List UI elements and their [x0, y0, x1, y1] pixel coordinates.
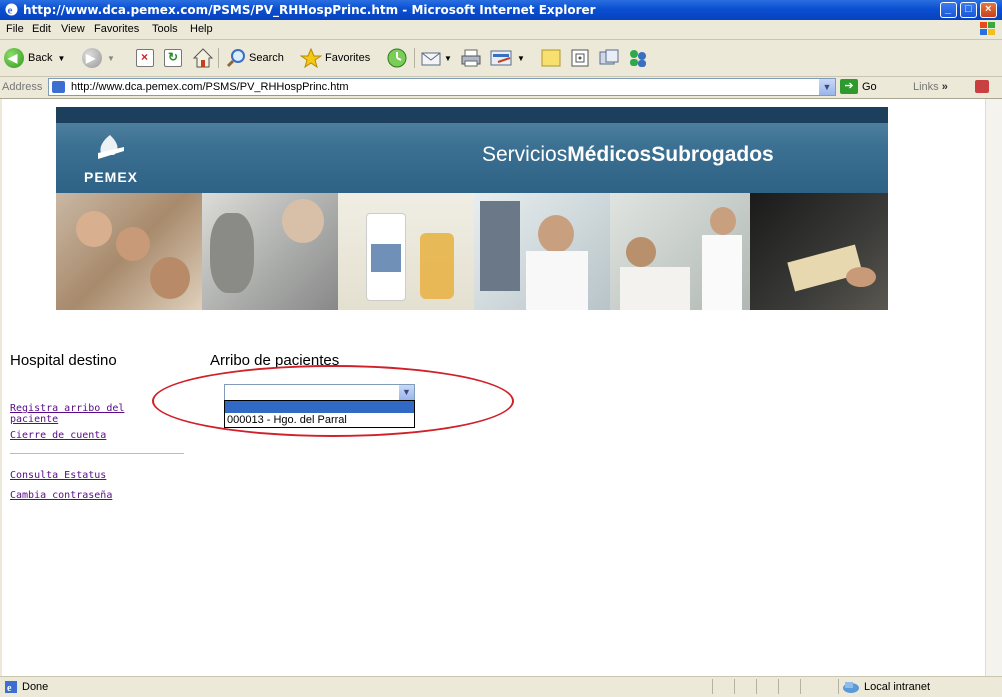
menu-help[interactable]: Help — [190, 23, 213, 35]
brand-name: PEMEX — [84, 169, 139, 185]
page-icon — [52, 81, 65, 93]
forward-button[interactable]: ▶ ▼ — [82, 47, 115, 69]
maximize-button[interactable]: □ — [960, 2, 977, 18]
minimize-button[interactable]: _ — [940, 2, 957, 18]
edit-button[interactable]: ▼ — [490, 47, 525, 69]
links-button[interactable]: Links » — [913, 81, 948, 93]
research-button[interactable] — [570, 47, 590, 69]
search-label: Search — [249, 52, 284, 64]
registra-arribo-link-line1: Registra arribo del — [10, 403, 125, 414]
photo-strip — [56, 193, 888, 310]
security-zone: Local intranet — [842, 680, 930, 694]
svg-text:e: e — [7, 683, 12, 694]
go-label: Go — [862, 80, 877, 93]
messenger-button[interactable] — [598, 47, 620, 69]
consulta-estatus-link[interactable]: Consulta Estatus — [10, 470, 106, 481]
address-dropdown-button[interactable]: ▼ — [819, 79, 835, 95]
registra-arribo-link-line2: paciente — [10, 414, 59, 425]
service-title-bold-2: Subrogados — [651, 143, 774, 166]
menu-file[interactable]: File — [6, 23, 24, 35]
menu-favorites[interactable]: Favorites — [94, 23, 139, 35]
zone-label: Local intranet — [864, 681, 931, 693]
hospital-destino-heading: Hospital destino — [10, 352, 117, 369]
banner: PEMEX ServiciosMédicosSubrogados — [56, 107, 888, 202]
browser-window: e http://www.dca.pemex.com/PSMS/PV_RHHos… — [0, 0, 1002, 697]
photo-hospital-patient — [610, 193, 750, 310]
stop-icon: × — [136, 49, 154, 67]
chevron-down-icon: ▼ — [517, 53, 525, 63]
home-button[interactable] — [192, 47, 214, 69]
photo-doctor-xray — [474, 193, 610, 310]
chevron-down-icon: ▼ — [444, 53, 452, 63]
forward-arrow-icon: ▶ — [82, 48, 102, 68]
address-input[interactable]: http://www.dca.pemex.com/PSMS/PV_RHHospP… — [48, 78, 836, 96]
messenger-icon — [599, 49, 619, 65]
mail-icon — [421, 52, 441, 66]
cierre-de-cuenta-link[interactable]: Cierre de cuenta — [10, 430, 106, 441]
service-title-regular: Servicios — [482, 143, 568, 166]
toolbar: ◀ Back ▼ ▶ ▼ × ↻ Search Favorites ▼ ▼ — [0, 40, 1002, 77]
ie-icon: e — [5, 3, 18, 17]
cambia-contrasena-link[interactable]: Cambia contraseña — [10, 490, 112, 501]
search-icon — [226, 49, 245, 68]
contacts-icon — [630, 50, 646, 67]
highlight-ellipse — [152, 365, 514, 437]
favorites-star-icon — [300, 48, 322, 68]
title-bar: e http://www.dca.pemex.com/PSMS/PV_RHHos… — [0, 0, 1002, 20]
home-icon — [192, 48, 214, 68]
go-arrow-icon: ➔ — [840, 79, 858, 94]
stop-button[interactable]: × — [136, 47, 154, 69]
menu-view[interactable]: View — [61, 23, 85, 35]
links-label: Links — [913, 81, 939, 93]
menu-edit[interactable]: Edit — [32, 23, 51, 35]
chevron-down-icon: ▼ — [107, 53, 115, 63]
svg-text:e: e — [8, 5, 13, 17]
favorites-button[interactable]: Favorites — [300, 47, 370, 69]
pemex-logo-icon — [98, 135, 124, 159]
research-icon — [571, 49, 589, 67]
address-label: Address — [2, 81, 43, 93]
windows-logo-icon — [980, 22, 995, 35]
discuss-button[interactable] — [540, 47, 562, 69]
note-icon — [541, 49, 561, 67]
back-button[interactable]: ◀ Back ▼ — [4, 47, 65, 69]
refresh-button[interactable]: ↻ — [164, 47, 182, 69]
mail-button[interactable]: ▼ — [420, 47, 452, 69]
search-button[interactable]: Search — [226, 47, 284, 69]
print-button[interactable] — [460, 47, 482, 69]
contacts-button[interactable] — [626, 47, 650, 69]
window-title: http://www.dca.pemex.com/PSMS/PV_RHHospP… — [23, 3, 596, 17]
edit-icon — [490, 50, 512, 66]
status-done: e Done — [4, 680, 48, 694]
toolbar-extension-icon[interactable] — [975, 80, 989, 93]
status-text: Done — [22, 681, 49, 693]
menu-bar: File Edit View Favorites Tools Help — [0, 20, 1002, 40]
print-icon — [461, 49, 481, 67]
history-button[interactable] — [386, 47, 408, 69]
intranet-icon — [843, 682, 859, 693]
address-url: http://www.dca.pemex.com/PSMS/PV_RHHospP… — [71, 81, 349, 93]
photo-payment — [750, 193, 888, 310]
refresh-icon: ↻ — [164, 49, 182, 67]
page-content: PEMEX ServiciosMédicosSubrogados Hospita… — [0, 99, 1002, 676]
menu-tools[interactable]: Tools — [152, 23, 178, 35]
service-title: ServiciosMédicosSubrogados — [482, 143, 774, 167]
vertical-scrollbar[interactable] — [985, 99, 1002, 676]
photo-family — [56, 193, 202, 310]
go-button[interactable]: ➔ Go — [840, 79, 877, 94]
back-arrow-icon: ◀ — [4, 48, 24, 68]
photo-doctor-stethoscope — [202, 193, 338, 310]
close-button[interactable]: × — [980, 2, 997, 18]
registra-arribo-link[interactable]: Registra arribo del paciente — [10, 403, 124, 425]
address-bar: Address http://www.dca.pemex.com/PSMS/PV… — [0, 77, 1002, 99]
history-icon — [387, 48, 407, 68]
photo-medicine — [338, 193, 474, 310]
favorites-label: Favorites — [325, 52, 371, 64]
ie-page-icon: e — [5, 681, 17, 694]
chevron-down-icon: ▼ — [57, 53, 66, 63]
service-title-bold-1: Médicos — [567, 143, 652, 166]
status-bar: e Done Local intranet — [0, 676, 1002, 697]
back-label: Back — [28, 52, 53, 64]
nav-divider — [10, 453, 184, 454]
